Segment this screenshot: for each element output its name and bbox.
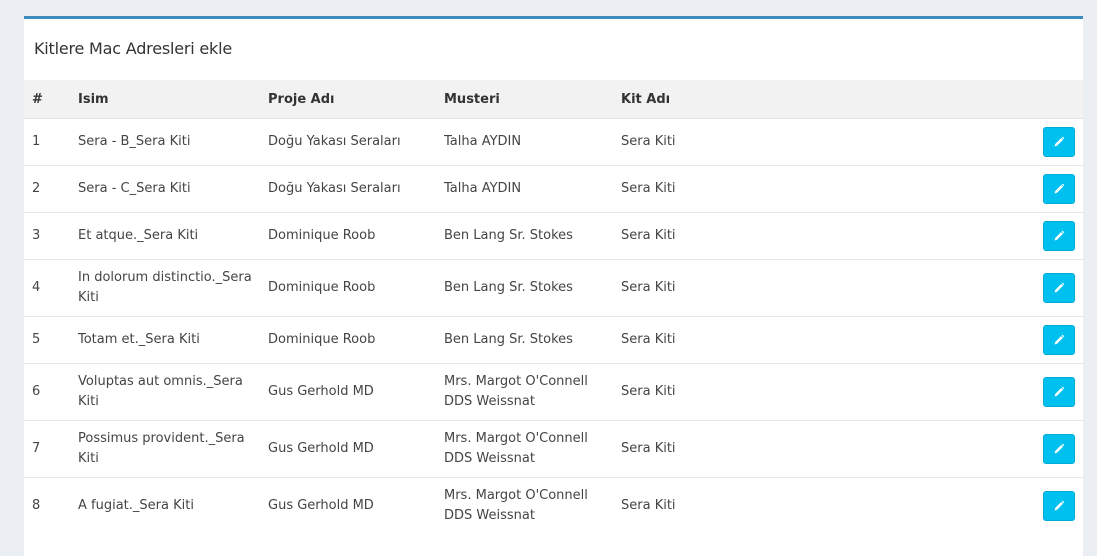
cell-num: 5 [24,316,70,364]
cell-kit: Sera Kiti [613,316,1007,364]
table-row: 5 Totam et._Sera Kiti Dominique Roob Ben La… [24,316,1083,364]
table-row: 8A fugiat._Sera Kiti Gus Gerhold MD Mrs. M… [24,477,1083,534]
pencil-icon [1054,230,1065,241]
cell-isim: Totam et._Sera Kiti [70,316,260,364]
cell-isim: Sera - C_Sera Kiti [70,165,260,213]
edit-button[interactable] [1043,377,1075,407]
cell-kit: Sera Kiti [613,420,1007,478]
cell-musteri: Talha AYDIN [436,118,613,166]
cell-num: 6 [24,363,70,421]
edit-button[interactable] [1043,273,1075,303]
cell-musteri: Mrs. Margot O'Connell DDS Weissnat [436,477,613,534]
table-row: 6 Voluptas aut omnis._Sera Kiti Gus Gerhol… [24,363,1083,421]
table-header-row: # Isim Proje Adı Musteri Kit Adı [24,80,1083,119]
cell-actions [1007,363,1083,421]
edit-button[interactable] [1043,221,1075,251]
cell-isim: Et atque._Sera Kiti [70,212,260,260]
cell-actions [1007,420,1083,478]
kit-mac-card: Kitlere Mac Adresleri ekle # Isim Proje … [24,16,1083,556]
cell-proje: Dominique Roob [260,316,436,364]
cell-musteri: Ben Lang Sr. Stokes [436,212,613,260]
pencil-icon [1054,443,1065,454]
cell-musteri: Mrs. Margot O'Connell DDS Weissnat [436,420,613,478]
cell-musteri: Ben Lang Sr. Stokes [436,316,613,364]
cell-actions [1007,316,1083,364]
table-row: 3 Et atque._Sera Kiti Dominique Roob Ben La… [24,212,1083,260]
cell-kit: Sera Kiti [613,477,1007,534]
cell-proje: Dominique Roob [260,212,436,260]
header-actions [1007,80,1083,119]
cell-isim: Voluptas aut omnis._Sera Kiti [70,363,260,421]
cell-num: 4 [24,259,70,317]
pencil-icon [1054,334,1065,345]
cell-actions [1007,259,1083,317]
cell-isim: A fugiat._Sera Kiti [70,477,260,534]
cell-actions [1007,118,1083,166]
cell-isim: Possimus provident._Sera Kiti [70,420,260,478]
cell-num: 2 [24,165,70,213]
cell-musteri: Talha AYDIN [436,165,613,213]
pencil-icon [1054,183,1065,194]
cell-num: 3 [24,212,70,260]
cell-num: 7 [24,420,70,478]
kits-table: # Isim Proje Adı Musteri Kit Adı 1 Sera -… [24,80,1083,534]
cell-proje: Gus Gerhold MD [260,363,436,421]
pencil-icon [1054,136,1065,147]
cell-actions [1007,165,1083,213]
cell-kit: Sera Kiti [613,259,1007,317]
cell-actions [1007,477,1083,534]
cell-kit: Sera Kiti [613,165,1007,213]
pencil-icon [1054,282,1065,293]
header-num: # [24,80,70,119]
table-row: 2 Sera - C_Sera Kiti Doğu Yakası Seraları T… [24,165,1083,213]
cell-proje: Gus Gerhold MD [260,420,436,478]
cell-proje: Doğu Yakası Seraları [260,118,436,166]
cell-kit: Sera Kiti [613,363,1007,421]
cell-num: 1 [24,118,70,166]
edit-button[interactable] [1043,434,1075,464]
cell-actions [1007,212,1083,260]
header-musteri: Musteri [436,80,613,119]
pencil-icon [1054,500,1065,511]
header-proje: Proje Adı [260,80,436,119]
cell-kit: Sera Kiti [613,212,1007,260]
cell-isim: Sera - B_Sera Kiti [70,118,260,166]
card-title: Kitlere Mac Adresleri ekle [34,39,232,58]
cell-proje: Gus Gerhold MD [260,477,436,534]
header-kit: Kit Adı [613,80,1007,119]
cell-isim: In dolorum distinctio._Sera Kiti [70,259,260,317]
edit-button[interactable] [1043,491,1075,521]
edit-button[interactable] [1043,174,1075,204]
cell-proje: Doğu Yakası Seraları [260,165,436,213]
pencil-icon [1054,386,1065,397]
header-isim: Isim [70,80,260,119]
table-row: 4 In dolorum distinctio._Sera Kiti Dominiq… [24,259,1083,317]
edit-button[interactable] [1043,127,1075,157]
table-row: 1 Sera - B_Sera Kiti Doğu Yakası Seraları T… [24,118,1083,166]
cell-num: 8 [24,477,70,534]
cell-musteri: Ben Lang Sr. Stokes [436,259,613,317]
cell-proje: Dominique Roob [260,259,436,317]
cell-kit: Sera Kiti [613,118,1007,166]
table-row: 7 Possimus provident._Sera Kiti Gus Gerhol… [24,420,1083,478]
cell-musteri: Mrs. Margot O'Connell DDS Weissnat [436,363,613,421]
edit-button[interactable] [1043,325,1075,355]
